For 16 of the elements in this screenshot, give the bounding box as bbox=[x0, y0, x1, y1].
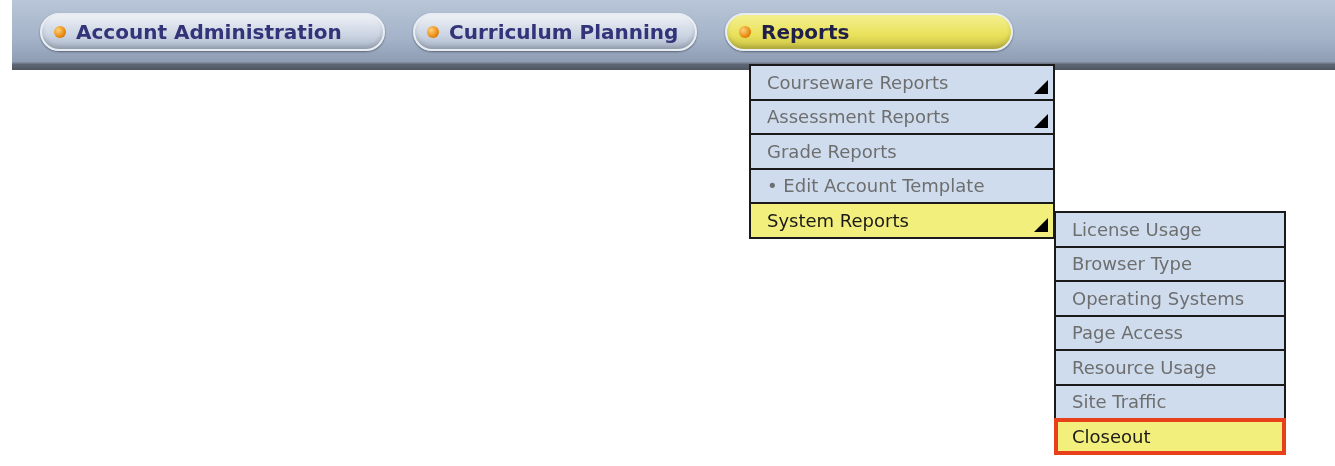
nav-tab[interactable]: Reports bbox=[725, 13, 1013, 51]
menu-item[interactable]: Grade Reports bbox=[749, 133, 1055, 170]
bullet-icon bbox=[54, 26, 66, 38]
submenu-arrow-icon bbox=[1034, 79, 1048, 94]
submenu-item[interactable]: License Usage bbox=[1054, 211, 1286, 248]
nav-tab[interactable]: Account Administration bbox=[40, 13, 385, 51]
bullet-icon bbox=[739, 26, 751, 38]
menu-item[interactable]: Courseware Reports bbox=[749, 64, 1055, 101]
submenu-arrow-icon bbox=[1034, 217, 1048, 232]
submenu-item[interactable]: Resource Usage bbox=[1054, 349, 1286, 386]
nav-tab[interactable]: Curriculum Planning bbox=[413, 13, 697, 51]
bullet-icon bbox=[427, 26, 439, 38]
menu-item[interactable]: System Reports bbox=[749, 202, 1055, 239]
submenu-item[interactable]: Operating Systems bbox=[1054, 280, 1286, 317]
submenu-arrow-icon bbox=[1034, 114, 1048, 128]
submenu-item[interactable]: Closeout bbox=[1054, 418, 1286, 455]
